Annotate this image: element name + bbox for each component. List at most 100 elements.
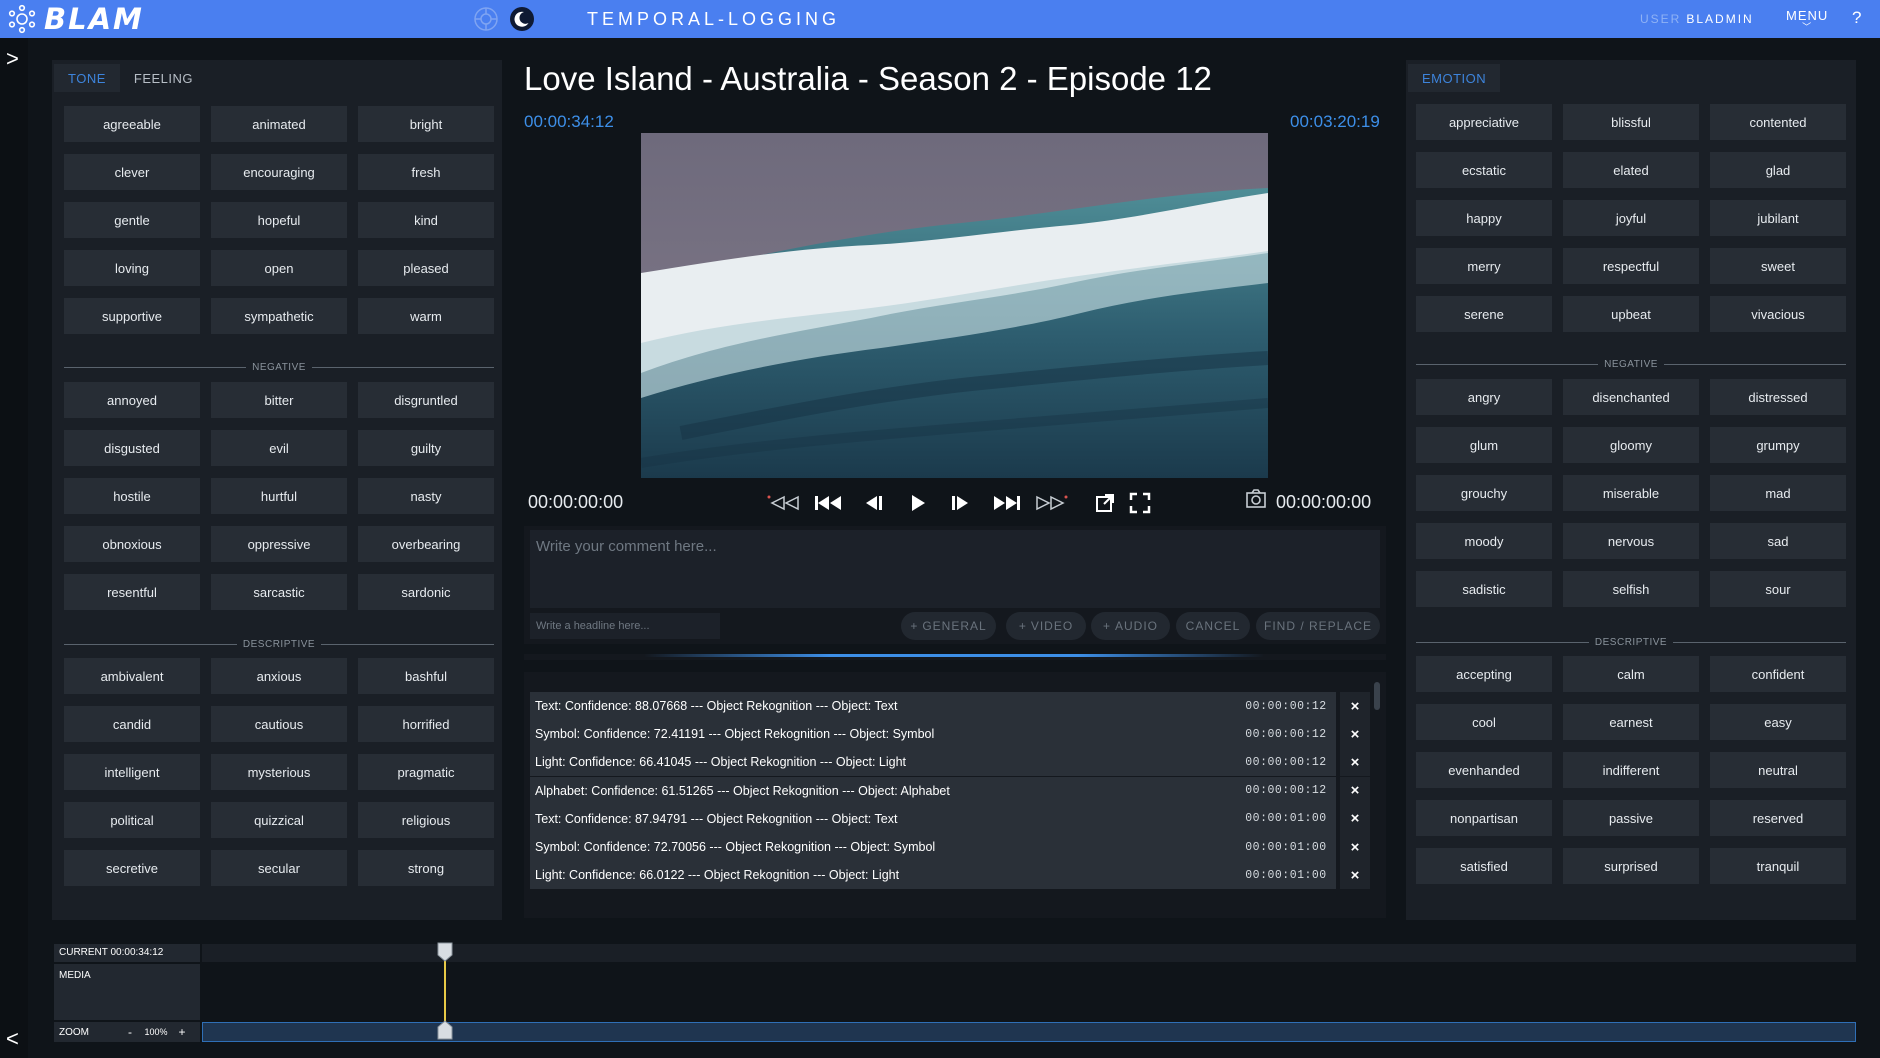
tone-chip-oppressive[interactable]: oppressive	[211, 526, 347, 562]
tone-chip-loving[interactable]: loving	[64, 250, 200, 286]
delete-log-icon[interactable]: ×	[1340, 861, 1370, 890]
emotion-chip-sadistic[interactable]: sadistic	[1416, 571, 1552, 607]
playhead-top-handle-icon[interactable]	[437, 942, 453, 962]
tone-chip-bright[interactable]: bright	[358, 106, 494, 142]
tone-chip-fresh[interactable]: fresh	[358, 154, 494, 190]
find-replace-button[interactable]: FIND / REPLACE	[1256, 612, 1380, 640]
tone-chip-warm[interactable]: warm	[358, 298, 494, 334]
tone-chip-secretive[interactable]: secretive	[64, 850, 200, 886]
add-video-button[interactable]: + VIDEO	[1006, 612, 1086, 640]
tone-chip-strong[interactable]: strong	[358, 850, 494, 886]
tone-chip-religious[interactable]: religious	[358, 802, 494, 838]
tone-chip-animated[interactable]: animated	[211, 106, 347, 142]
skip-forward-icon[interactable]	[988, 488, 1024, 518]
tone-chip-political[interactable]: political	[64, 802, 200, 838]
tab-feeling[interactable]: FEELING	[120, 64, 207, 92]
user-info[interactable]: USER BLADMIN	[1640, 12, 1754, 26]
emotion-chip-reserved[interactable]: reserved	[1710, 800, 1846, 836]
tone-chip-bitter[interactable]: bitter	[211, 382, 347, 418]
video-player[interactable]	[641, 133, 1268, 478]
emotion-chip-accepting[interactable]: accepting	[1416, 656, 1552, 692]
emotion-chip-calm[interactable]: calm	[1563, 656, 1699, 692]
playhead-bottom-handle-icon[interactable]	[437, 1020, 453, 1040]
emotion-chip-satisfied[interactable]: satisfied	[1416, 848, 1552, 884]
tone-chip-evil[interactable]: evil	[211, 430, 347, 466]
help-icon[interactable]: ?	[1852, 8, 1861, 28]
forward-fast-icon[interactable]	[1034, 488, 1070, 518]
emotion-chip-disenchanted[interactable]: disenchanted	[1563, 379, 1699, 415]
tone-chip-pleased[interactable]: pleased	[358, 250, 494, 286]
menu-button[interactable]: MENU ﹀	[1786, 8, 1828, 32]
tone-chip-hopeful[interactable]: hopeful	[211, 202, 347, 238]
delete-log-icon[interactable]: ×	[1340, 720, 1370, 749]
tone-chip-hostile[interactable]: hostile	[64, 478, 200, 514]
emotion-chip-earnest[interactable]: earnest	[1563, 704, 1699, 740]
tone-chip-overbearing[interactable]: overbearing	[358, 526, 494, 562]
tone-chip-mysterious[interactable]: mysterious	[211, 754, 347, 790]
chevron-right-icon[interactable]: >	[6, 46, 19, 72]
emotion-chip-indifferent[interactable]: indifferent	[1563, 752, 1699, 788]
emotion-chip-grumpy[interactable]: grumpy	[1710, 427, 1846, 463]
emotion-chip-ecstatic[interactable]: ecstatic	[1416, 152, 1552, 188]
tone-chip-clever[interactable]: clever	[64, 154, 200, 190]
tone-chip-guilty[interactable]: guilty	[358, 430, 494, 466]
delete-log-icon[interactable]: ×	[1340, 692, 1370, 720]
headline-input[interactable]	[530, 613, 720, 639]
emotion-chip-gloomy[interactable]: gloomy	[1563, 427, 1699, 463]
tab-emotion[interactable]: EMOTION	[1408, 64, 1501, 92]
emotion-chip-neutral[interactable]: neutral	[1710, 752, 1846, 788]
tone-chip-hurtful[interactable]: hurtful	[211, 478, 347, 514]
step-forward-icon[interactable]	[942, 488, 978, 518]
add-audio-button[interactable]: + AUDIO	[1091, 612, 1170, 640]
emotion-chip-blissful[interactable]: blissful	[1563, 104, 1699, 140]
emotion-chip-surprised[interactable]: surprised	[1563, 848, 1699, 884]
tone-chip-secular[interactable]: secular	[211, 850, 347, 886]
log-row[interactable]: Symbol: Confidence: 72.41191 --- Object …	[530, 720, 1336, 749]
log-row[interactable]: Alphabet: Confidence: 61.51265 --- Objec…	[530, 776, 1336, 805]
emotion-chip-cool[interactable]: cool	[1416, 704, 1552, 740]
emotion-chip-vivacious[interactable]: vivacious	[1710, 296, 1846, 332]
tone-chip-annoyed[interactable]: annoyed	[64, 382, 200, 418]
emotion-chip-jubilant[interactable]: jubilant	[1710, 200, 1846, 236]
log-scrollbar[interactable]	[1374, 682, 1380, 710]
log-row[interactable]: Text: Confidence: 87.94791 --- Object Re…	[530, 804, 1336, 833]
delete-log-icon[interactable]: ×	[1340, 748, 1370, 777]
snapshot-icon[interactable]	[1238, 484, 1274, 514]
emotion-chip-glad[interactable]: glad	[1710, 152, 1846, 188]
tone-chip-anxious[interactable]: anxious	[211, 658, 347, 694]
emotion-chip-mad[interactable]: mad	[1710, 475, 1846, 511]
tone-chip-resentful[interactable]: resentful	[64, 574, 200, 610]
emotion-chip-sweet[interactable]: sweet	[1710, 248, 1846, 284]
skip-back-icon[interactable]	[811, 488, 847, 518]
emotion-chip-evenhanded[interactable]: evenhanded	[1416, 752, 1552, 788]
emotion-chip-tranquil[interactable]: tranquil	[1710, 848, 1846, 884]
emotion-chip-distressed[interactable]: distressed	[1710, 379, 1846, 415]
tone-chip-quizzical[interactable]: quizzical	[211, 802, 347, 838]
log-row[interactable]: Light: Confidence: 66.41045 --- Object R…	[530, 748, 1336, 777]
moon-icon[interactable]	[509, 6, 535, 32]
emotion-chip-passive[interactable]: passive	[1563, 800, 1699, 836]
log-row[interactable]: Text: Confidence: 88.07668 --- Object Re…	[530, 692, 1336, 720]
add-general-button[interactable]: + GENERAL	[901, 612, 996, 640]
tone-chip-bashful[interactable]: bashful	[358, 658, 494, 694]
delete-log-icon[interactable]: ×	[1340, 804, 1370, 833]
tone-chip-agreeable[interactable]: agreeable	[64, 106, 200, 142]
log-row[interactable]: Light: Confidence: 66.0122 --- Object Re…	[530, 861, 1336, 890]
tone-chip-gentle[interactable]: gentle	[64, 202, 200, 238]
tone-chip-supportive[interactable]: supportive	[64, 298, 200, 334]
emotion-chip-merry[interactable]: merry	[1416, 248, 1552, 284]
tone-chip-ambivalent[interactable]: ambivalent	[64, 658, 200, 694]
emotion-chip-upbeat[interactable]: upbeat	[1563, 296, 1699, 332]
emotion-chip-sad[interactable]: sad	[1710, 523, 1846, 559]
tone-chip-pragmatic[interactable]: pragmatic	[358, 754, 494, 790]
emotion-chip-nervous[interactable]: nervous	[1563, 523, 1699, 559]
emotion-chip-respectful[interactable]: respectful	[1563, 248, 1699, 284]
emotion-chip-selfish[interactable]: selfish	[1563, 571, 1699, 607]
tone-chip-candid[interactable]: candid	[64, 706, 200, 742]
popout-icon[interactable]	[1087, 488, 1123, 518]
tone-chip-intelligent[interactable]: intelligent	[64, 754, 200, 790]
emotion-chip-glum[interactable]: glum	[1416, 427, 1552, 463]
emotion-chip-moody[interactable]: moody	[1416, 523, 1552, 559]
play-icon[interactable]	[900, 488, 936, 518]
emotion-chip-confident[interactable]: confident	[1710, 656, 1846, 692]
